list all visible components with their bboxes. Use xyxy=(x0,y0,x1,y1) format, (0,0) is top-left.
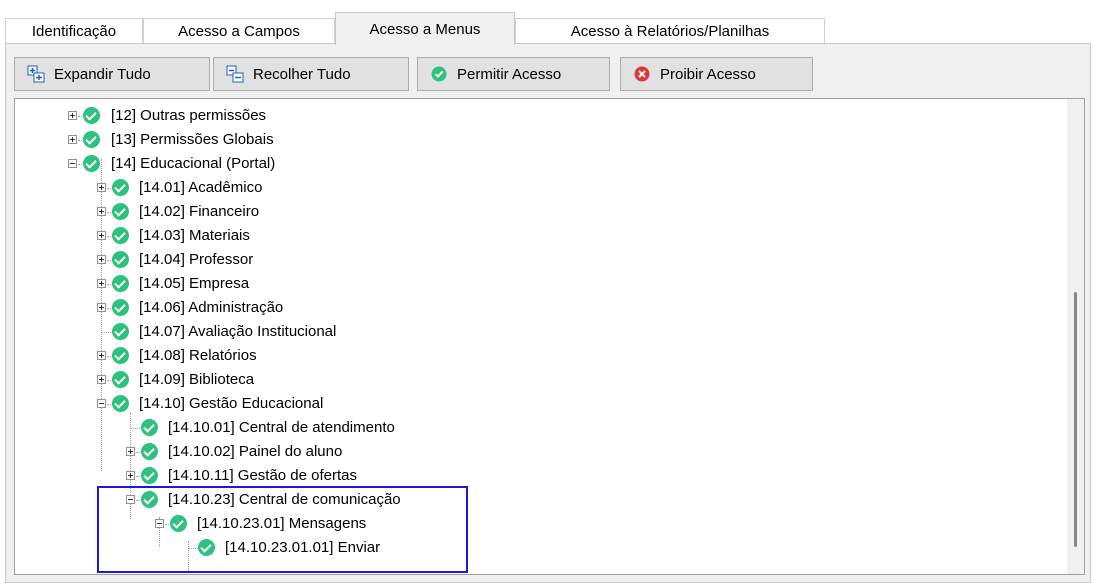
expand-plus-icon[interactable] xyxy=(97,279,106,288)
tree-item[interactable]: [12] Outras permissões xyxy=(15,104,715,128)
tree-item[interactable]: [14.04] Professor xyxy=(15,248,715,272)
tab-label: Acesso a Menus xyxy=(369,20,481,38)
tree-item-label: [14] Educacional (Portal) xyxy=(111,155,276,172)
tree-item[interactable]: [14.10.02] Painel do aluno xyxy=(15,440,715,464)
deny-access-button[interactable]: Proibir Acesso xyxy=(620,57,813,91)
check-circle-icon xyxy=(112,179,129,196)
check-circle-icon xyxy=(112,323,129,340)
tree-item[interactable]: [14.09] Biblioteca xyxy=(15,368,715,392)
tree-item-label: [14.02] Financeiro xyxy=(139,203,260,220)
check-circle-icon xyxy=(112,371,129,388)
tab-acesso-relatorios[interactable]: Acesso à Relatórios/Planilhas xyxy=(515,18,825,44)
check-circle-icon xyxy=(112,251,129,268)
expand-plus-icon[interactable] xyxy=(126,471,135,480)
tree-item-label: [14.05] Empresa xyxy=(139,275,250,292)
check-circle-icon xyxy=(83,107,100,124)
expand-plus-icon[interactable] xyxy=(97,183,106,192)
check-circle-icon xyxy=(112,299,129,316)
tree-item-label: [14.10.01] Central de atendimento xyxy=(168,419,395,436)
check-circle-icon xyxy=(112,395,129,412)
scrollbar-thumb[interactable] xyxy=(1074,292,1077,547)
tree-item[interactable]: [14.06] Administração xyxy=(15,296,715,320)
tab-label: Acesso a Campos xyxy=(178,23,300,40)
expand-plus-icon[interactable] xyxy=(97,231,106,240)
tab-acesso-campos[interactable]: Acesso a Campos xyxy=(143,18,335,44)
tree-item-label: [14.06] Administração xyxy=(139,299,284,316)
selection-highlight-box xyxy=(97,486,468,573)
tree-item-label: [14.10.02] Painel do aluno xyxy=(168,443,343,460)
check-circle-icon xyxy=(112,203,129,220)
expand-plus-icon[interactable] xyxy=(68,135,77,144)
tree-item-label: [14.09] Biblioteca xyxy=(139,371,255,388)
tree-item-label: [14.10.11] Gestão de ofertas xyxy=(168,467,358,484)
expand-plus-icon[interactable] xyxy=(126,447,135,456)
deny-circle-icon xyxy=(633,65,651,83)
tree-item[interactable]: [14.10.11] Gestão de ofertas xyxy=(15,464,715,488)
expand-plus-icon[interactable] xyxy=(97,207,106,216)
tree-item[interactable]: [14.08] Relatórios xyxy=(15,344,715,368)
collapse-all-label: Recolher Tudo xyxy=(253,65,351,83)
tree-item-label: [14.03] Materiais xyxy=(139,227,250,244)
collapse-minus-icon[interactable] xyxy=(68,159,77,168)
expand-tree-icon xyxy=(27,65,45,83)
allow-access-label: Permitir Acesso xyxy=(457,65,562,83)
expand-plus-icon[interactable] xyxy=(97,303,106,312)
check-circle-icon xyxy=(430,65,448,83)
tree-item[interactable]: [14.07] Avaliação Institucional xyxy=(15,320,715,344)
tree-item-label: [14.04] Professor xyxy=(139,251,254,268)
check-circle-icon xyxy=(112,275,129,292)
expand-all-label: Expandir Tudo xyxy=(54,65,151,83)
tab-acesso-menus[interactable]: Acesso a Menus xyxy=(335,12,515,45)
tree-item[interactable]: [14.10] Gestão Educacional xyxy=(15,392,715,416)
allow-access-button[interactable]: Permitir Acesso xyxy=(417,57,610,91)
collapse-minus-icon[interactable] xyxy=(97,399,106,408)
expand-plus-icon[interactable] xyxy=(97,375,106,384)
expand-all-button[interactable]: Expandir Tudo xyxy=(14,57,210,91)
check-circle-icon xyxy=(141,443,158,460)
check-circle-icon xyxy=(83,131,100,148)
tree-item[interactable]: [14.01] Acadêmico xyxy=(15,176,715,200)
check-circle-icon xyxy=(83,155,100,172)
check-circle-icon xyxy=(112,227,129,244)
tree-item-label: [12] Outras permissões xyxy=(111,107,267,124)
tree-item[interactable]: [14.03] Materiais xyxy=(15,224,715,248)
tree-item[interactable]: [13] Permissões Globais xyxy=(15,128,715,152)
check-circle-icon xyxy=(112,347,129,364)
check-circle-icon xyxy=(141,419,158,436)
tree-item[interactable]: [14.05] Empresa xyxy=(15,272,715,296)
tab-bar: Identificação Acesso a Campos Acesso a M… xyxy=(5,12,1091,45)
tree-item[interactable]: [14.10.01] Central de atendimento xyxy=(15,416,715,440)
tab-identificacao[interactable]: Identificação xyxy=(5,18,143,44)
tree-item[interactable]: [14.02] Financeiro xyxy=(15,200,715,224)
tree-item-label: [14.08] Relatórios xyxy=(139,347,257,364)
deny-access-label: Proibir Acesso xyxy=(660,65,756,83)
tree-item[interactable]: [14] Educacional (Portal) xyxy=(15,152,715,176)
vertical-scrollbar[interactable] xyxy=(1067,99,1084,574)
collapse-tree-icon xyxy=(226,65,244,83)
tree-item-label: [13] Permissões Globais xyxy=(111,131,274,148)
collapse-all-button[interactable]: Recolher Tudo xyxy=(213,57,409,91)
tree-item-label: [14.10] Gestão Educacional xyxy=(139,395,324,412)
expand-plus-icon[interactable] xyxy=(68,111,77,120)
expand-plus-icon[interactable] xyxy=(97,255,106,264)
tab-label: Identificação xyxy=(31,23,117,40)
tree-item-label: [14.07] Avaliação Institucional xyxy=(139,323,337,340)
check-circle-icon xyxy=(141,467,158,484)
expand-plus-icon[interactable] xyxy=(97,351,106,360)
tab-label: Acesso à Relatórios/Planilhas xyxy=(570,23,770,40)
tree-item-label: [14.01] Acadêmico xyxy=(139,179,263,196)
